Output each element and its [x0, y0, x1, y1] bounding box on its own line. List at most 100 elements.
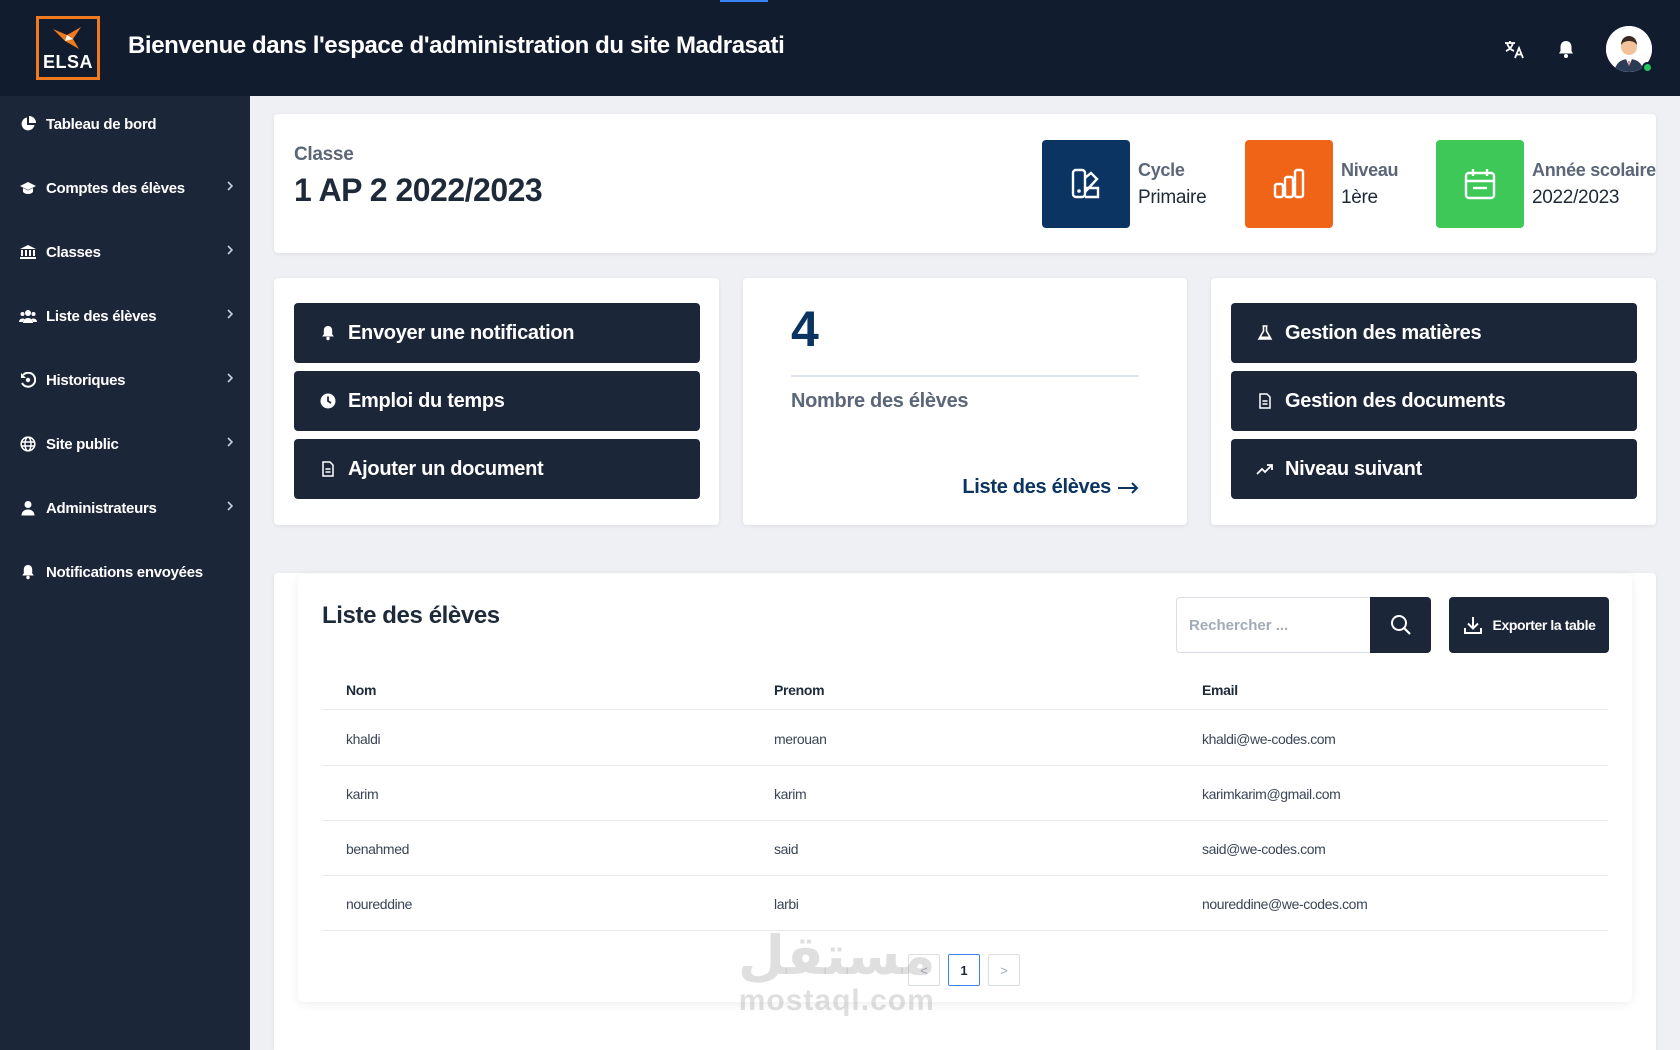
- cell-prenom: said: [774, 841, 799, 857]
- button-label: Ajouter un document: [348, 457, 544, 480]
- active-indicator: [720, 0, 768, 2]
- table-row[interactable]: khaldi merouan khaldi@we-codes.com: [322, 711, 1608, 766]
- cycle-title: Cycle: [1138, 159, 1185, 180]
- search-button[interactable]: [1370, 597, 1431, 653]
- class-label: Classe: [294, 144, 354, 165]
- table-row[interactable]: noureddine larbi noureddine@we-codes.com: [322, 876, 1608, 931]
- sidebar-item-label: Administrateurs: [46, 499, 157, 517]
- next-level-button[interactable]: Niveau suivant: [1231, 439, 1637, 499]
- chevron-right-icon: [227, 373, 234, 383]
- sidebar-item-label: Historiques: [46, 371, 126, 389]
- class-name: 1 AP 2 2022/2023: [294, 172, 543, 208]
- page-title: Bienvenue dans l'espace d'administration…: [128, 32, 785, 59]
- calendar-icon: [1464, 169, 1496, 200]
- chevron-right-icon: [227, 501, 234, 511]
- clock-icon: [318, 391, 338, 411]
- cell-nom: karim: [346, 786, 379, 802]
- table-row[interactable]: benahmed said said@we-codes.com: [322, 821, 1608, 876]
- student-list-link[interactable]: Liste des élèves: [962, 476, 1139, 499]
- top-header: ELSA Bienvenue dans l'espace d'administr…: [0, 0, 1680, 96]
- watermark-arabic: مستقل: [738, 924, 936, 987]
- student-count-card: 4 Nombre des élèves Liste des élèves: [743, 278, 1187, 525]
- table-title: Liste des élèves: [322, 602, 500, 629]
- level-title: Niveau: [1341, 159, 1399, 180]
- pagination-next-button[interactable]: >: [988, 954, 1020, 986]
- chevron-right-icon: [227, 181, 234, 191]
- cell-email: karimkarim@gmail.com: [1202, 786, 1341, 802]
- school-year-value: 2022/2023: [1532, 186, 1620, 208]
- cell-nom: noureddine: [346, 896, 413, 912]
- column-header-prenom[interactable]: Prenom: [774, 682, 825, 698]
- graduation-cap-icon: [18, 178, 38, 198]
- column-header-nom[interactable]: Nom: [346, 682, 377, 698]
- pagination-page-1[interactable]: 1: [948, 954, 980, 986]
- swatch-book-icon: [1071, 168, 1100, 199]
- users-icon: [18, 306, 38, 326]
- search-icon: [1390, 615, 1411, 635]
- bank-icon: [18, 242, 38, 262]
- sidebar-item-student-list[interactable]: Liste des élèves: [0, 290, 250, 342]
- flask-icon: [1255, 323, 1275, 343]
- document-icon: [318, 459, 338, 479]
- watermark-latin: mostaql.com: [738, 984, 935, 1017]
- school-year-title: Année scolaire: [1532, 159, 1656, 180]
- cell-email: khaldi@we-codes.com: [1202, 731, 1336, 747]
- sidebar-item-classes[interactable]: Classes: [0, 226, 250, 278]
- right-actions-card: Gestion des matières Gestion des documen…: [1211, 278, 1656, 525]
- user-avatar[interactable]: [1606, 26, 1653, 73]
- button-label: Niveau suivant: [1285, 457, 1422, 480]
- send-notification-button[interactable]: Envoyer une notification: [294, 303, 700, 363]
- elsa-logo[interactable]: ELSA: [36, 16, 100, 80]
- left-actions-card: Envoyer une notification Emploi du temps…: [274, 278, 719, 525]
- document-icon: [1255, 391, 1275, 411]
- sidebar-item-administrators[interactable]: Administrateurs: [0, 482, 250, 534]
- level-value: 1ère: [1341, 186, 1378, 208]
- cell-prenom: larbi: [774, 896, 799, 912]
- button-label: Emploi du temps: [348, 389, 505, 412]
- sidebar-item-label: Site public: [46, 435, 119, 453]
- search-input[interactable]: [1176, 597, 1372, 653]
- bird-icon: [53, 27, 81, 49]
- chevron-right-icon: [227, 309, 234, 319]
- globe-icon: [18, 434, 38, 454]
- bell-icon: [318, 323, 338, 343]
- sidebar-item-label: Classes: [46, 243, 101, 261]
- timetable-button[interactable]: Emploi du temps: [294, 371, 700, 431]
- students-table-card: Liste des élèves Exporter la table Nom P…: [298, 574, 1632, 1002]
- class-info-card: Classe 1 AP 2 2022/2023 Cycle Primaire N…: [274, 114, 1656, 253]
- trending-up-icon: [1255, 459, 1275, 479]
- manage-documents-button[interactable]: Gestion des documents: [1231, 371, 1637, 431]
- mostaql-watermark: مستقل mostaql.com: [738, 928, 936, 1018]
- sidebar-item-history[interactable]: Historiques: [0, 354, 250, 406]
- link-label: Liste des élèves: [962, 476, 1111, 498]
- button-label: Gestion des matières: [1285, 321, 1482, 344]
- cell-prenom: karim: [774, 786, 807, 802]
- sidebar-item-label: Tableau de bord: [46, 115, 157, 133]
- manage-subjects-button[interactable]: Gestion des matières: [1231, 303, 1637, 363]
- sidebar-item-student-accounts[interactable]: Comptes des élèves: [0, 162, 250, 214]
- online-status-dot: [1642, 62, 1653, 73]
- cell-email: noureddine@we-codes.com: [1202, 896, 1368, 912]
- cell-prenom: merouan: [774, 731, 827, 747]
- translate-icon[interactable]: [1502, 37, 1526, 61]
- school-year-icon-box: [1436, 140, 1524, 228]
- export-table-button[interactable]: Exporter la table: [1449, 597, 1609, 653]
- sidebar: Tableau de bord Comptes des élèves Class…: [0, 96, 250, 1050]
- cycle-stat: Cycle Primaire: [1042, 140, 1207, 228]
- export-label: Exporter la table: [1492, 617, 1596, 633]
- notification-bell-icon[interactable]: [1554, 37, 1578, 61]
- chevron-right-icon: [227, 437, 234, 447]
- table-row[interactable]: karim karim karimkarim@gmail.com: [322, 766, 1608, 821]
- column-header-email[interactable]: Email: [1202, 682, 1238, 698]
- table-header: Nom Prenom Email: [322, 668, 1608, 710]
- bell-icon: [18, 562, 38, 582]
- history-icon: [18, 370, 38, 390]
- button-label: Envoyer une notification: [348, 321, 575, 344]
- sidebar-item-dashboard[interactable]: Tableau de bord: [0, 98, 250, 150]
- student-count-label: Nombre des élèves: [791, 390, 969, 412]
- sidebar-item-public-site[interactable]: Site public: [0, 418, 250, 470]
- add-document-button[interactable]: Ajouter un document: [294, 439, 700, 499]
- button-label: Gestion des documents: [1285, 389, 1506, 412]
- school-year-stat: Année scolaire 2022/2023: [1436, 140, 1656, 228]
- sidebar-item-sent-notifications[interactable]: Notifications envoyées: [0, 546, 250, 598]
